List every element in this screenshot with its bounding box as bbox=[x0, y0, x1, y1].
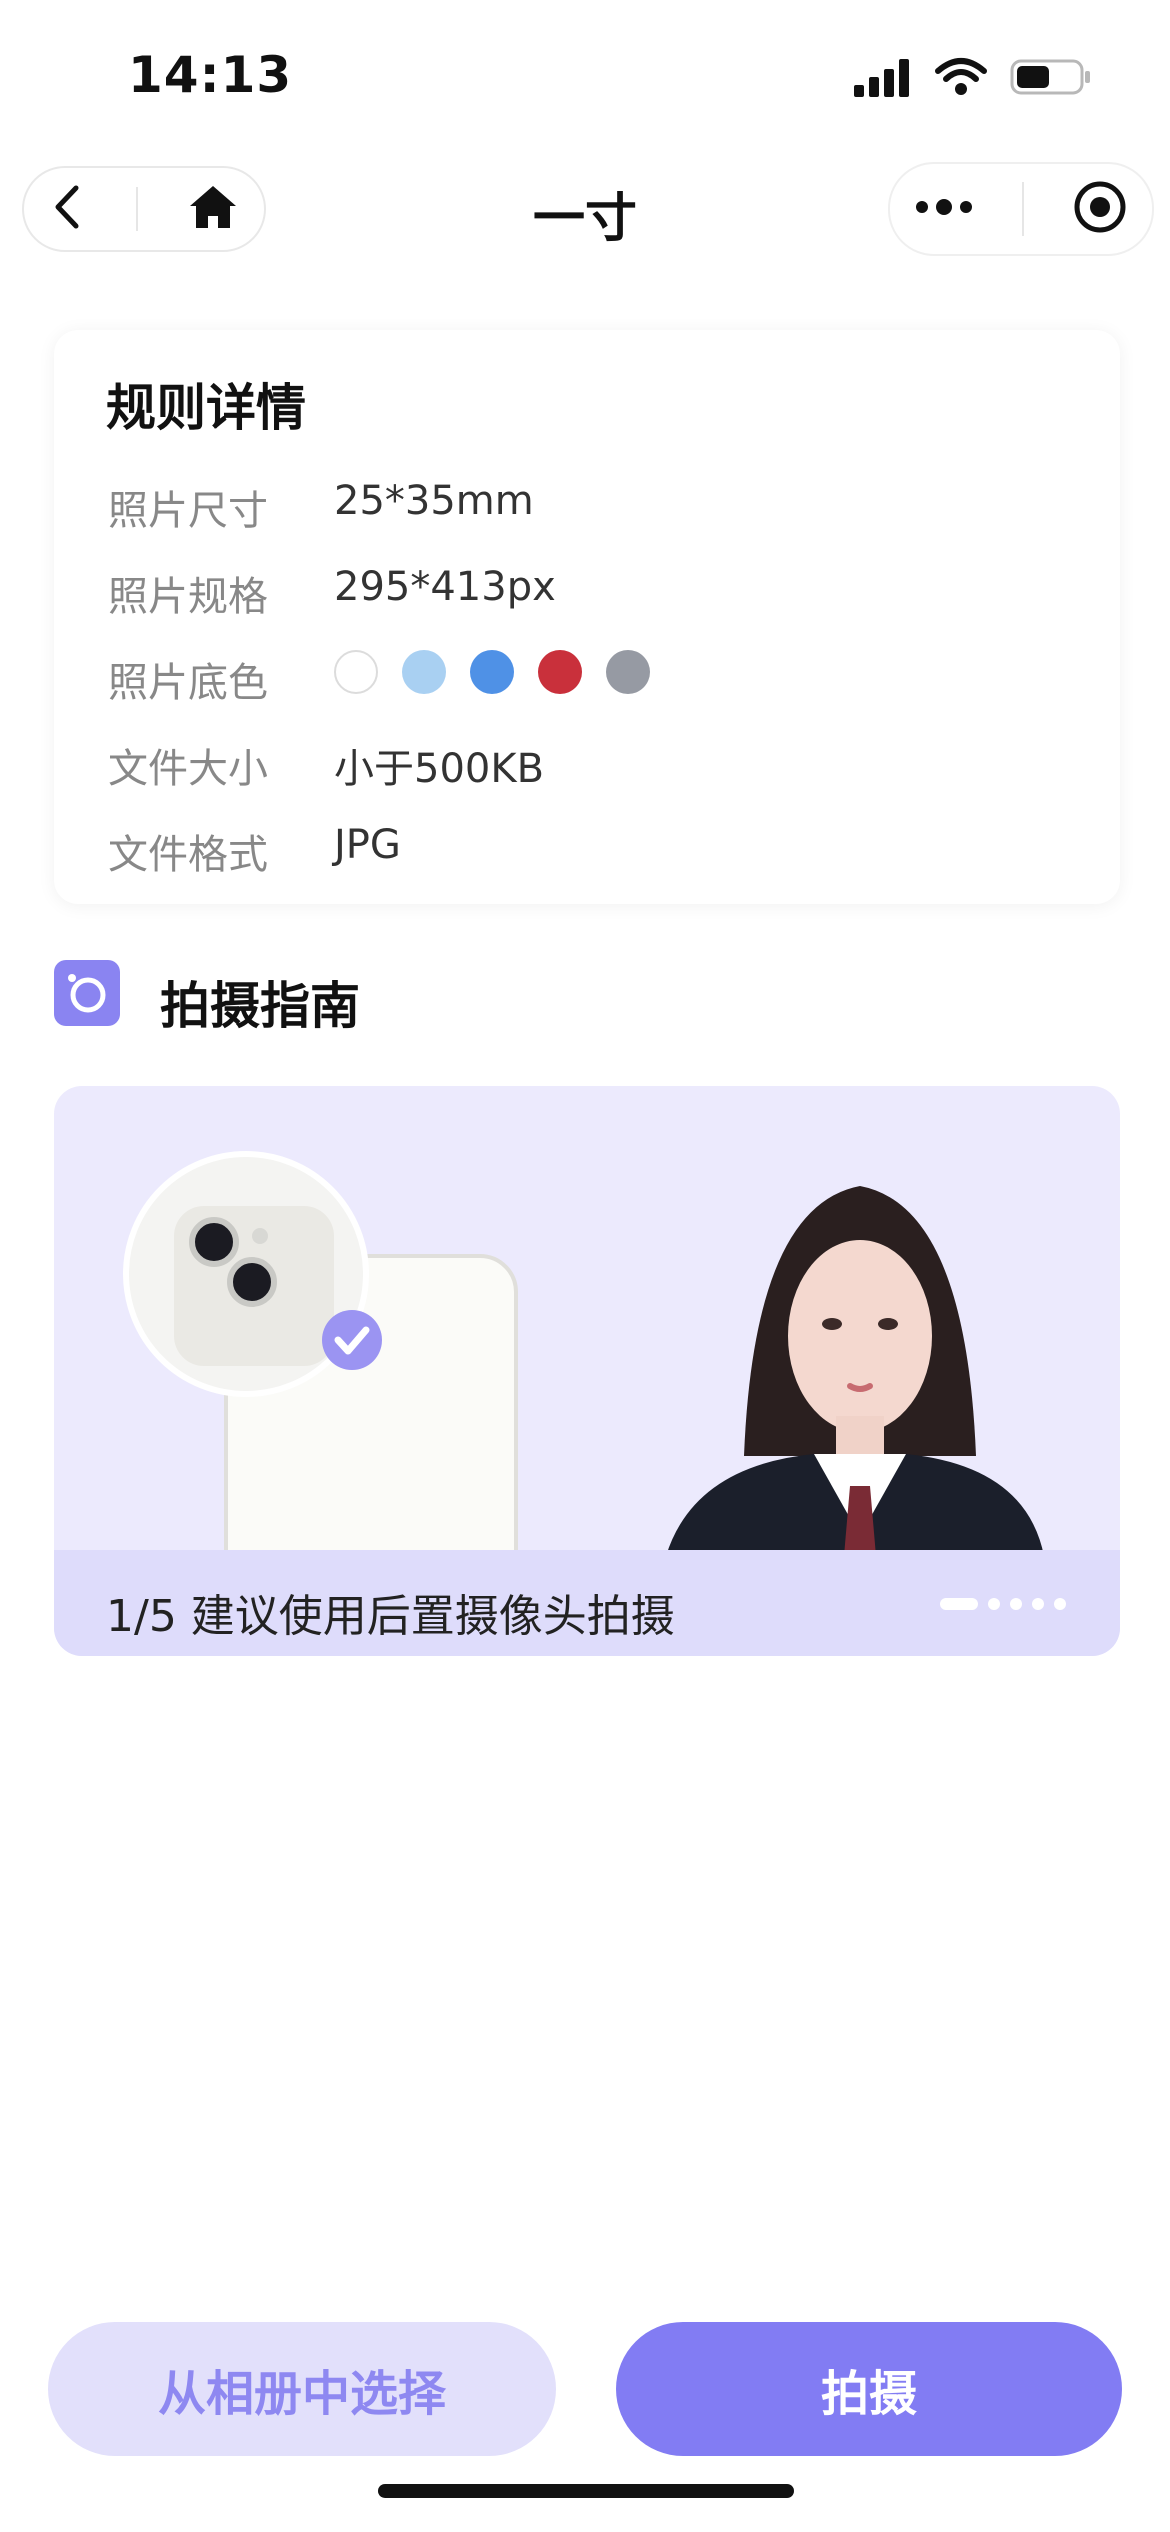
carousel-dots bbox=[940, 1598, 1066, 1610]
rule-value-format: JPG bbox=[334, 822, 401, 868]
signal-icon bbox=[854, 59, 909, 97]
carousel-dot[interactable] bbox=[988, 1598, 1000, 1610]
swatch-gray bbox=[606, 650, 650, 694]
swatch-light-blue bbox=[402, 650, 446, 694]
wifi-icon bbox=[935, 58, 987, 95]
more-icon[interactable] bbox=[914, 197, 974, 221]
camera-icon bbox=[54, 960, 120, 1026]
rule-value-filesize: 小于500KB bbox=[334, 746, 545, 792]
carousel-dot[interactable] bbox=[1054, 1598, 1066, 1610]
capsule-divider bbox=[1022, 182, 1024, 236]
carousel-dot[interactable] bbox=[1032, 1598, 1044, 1610]
swatch-blue bbox=[470, 650, 514, 694]
carousel-dot[interactable] bbox=[1010, 1598, 1022, 1610]
carousel-dot[interactable] bbox=[940, 1598, 978, 1610]
swatch-white bbox=[334, 650, 378, 694]
status-icons bbox=[852, 52, 1092, 102]
rule-label-bgcolor: 照片底色 bbox=[108, 660, 268, 706]
close-target-icon[interactable] bbox=[1072, 179, 1128, 239]
rule-value-spec: 295*413px bbox=[334, 564, 556, 610]
battery-icon bbox=[1010, 59, 1090, 95]
rule-label-size: 照片尺寸 bbox=[108, 488, 268, 534]
bg-color-swatches bbox=[334, 650, 650, 694]
rule-label-spec: 照片规格 bbox=[108, 574, 268, 620]
guide-title: 拍摄指南 bbox=[160, 977, 360, 1035]
nav-capsule-right bbox=[888, 162, 1154, 256]
rules-title: 规则详情 bbox=[106, 379, 306, 437]
rule-value-size: 25*35mm bbox=[334, 478, 534, 524]
status-time: 14:13 bbox=[128, 46, 293, 104]
guide-caption: 1/5 建议使用后置摄像头拍摄 bbox=[106, 1591, 675, 1642]
swatch-red bbox=[538, 650, 582, 694]
rule-label-filesize: 文件大小 bbox=[108, 746, 268, 792]
rule-label-format: 文件格式 bbox=[108, 832, 268, 878]
home-indicator bbox=[378, 2484, 794, 2498]
choose-from-album-button[interactable]: 从相册中选择 bbox=[48, 2322, 556, 2456]
shoot-button[interactable]: 拍摄 bbox=[616, 2322, 1122, 2456]
